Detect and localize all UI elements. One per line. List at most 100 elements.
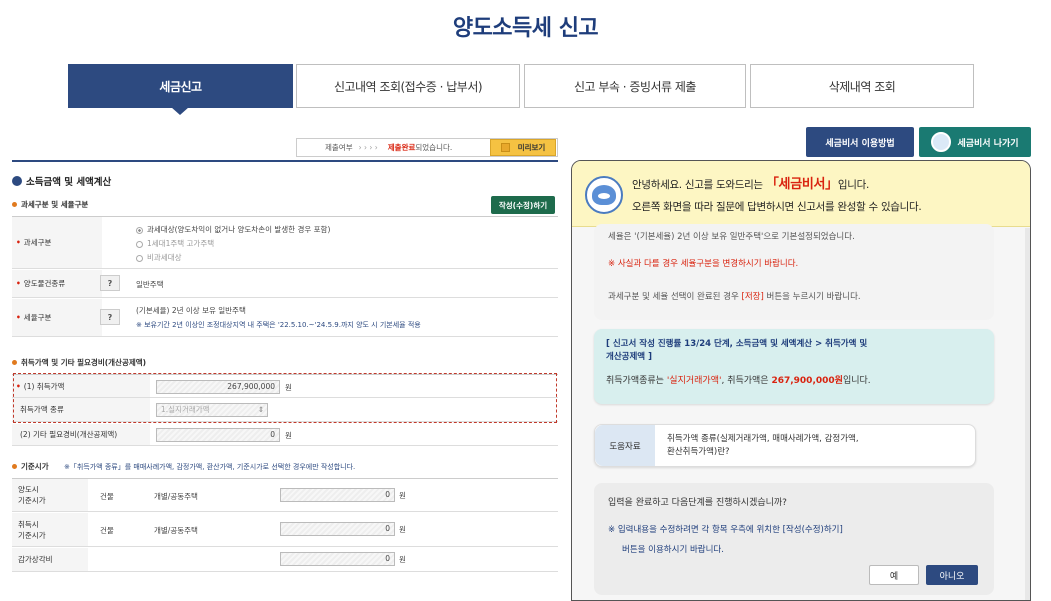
option-2-label: 1세대1주택 고가주택 [147,239,215,248]
tax-rate-value: (기본세율) 2년 이상 보유 일반주택 [136,306,246,315]
chat-message-progress: [ 신고서 작성 진행률 13/24 단계, 소득금액 및 세액계산 > 취득가… [594,329,994,404]
status-prefix: 제출여부 [325,143,353,152]
no-button[interactable]: 아니오 [926,565,978,585]
preview-label: 미리보기 [517,143,546,152]
status-arrows: › › › › [358,143,378,152]
tax-rate-label-text: 세율구분 [23,313,52,322]
subsection-tax-class: 과세구분 및 세율구분 [12,199,88,210]
greet-text: 안녕하세요. 신고를 도와드리는 [632,179,763,191]
subsection-title: 과세구분 및 세율구분 [21,200,89,209]
detail-c: , 취득가액은 [721,376,772,386]
form-top-border [12,160,558,162]
depreciation-input[interactable]: 0 [280,552,395,566]
confirm-question: 입력을 완료하고 다음단계를 진행하시겠습니까? ※ 입력내용을 수정하려면 각… [594,483,994,595]
base-acq-label: 취득시 기준시가 [12,513,88,546]
progress-title-a: [ 신고서 작성 진행률 13/24 단계, 소득금액 및 세액계산 > [606,339,826,349]
tax-rate-help-button[interactable]: ? [100,309,120,325]
option-1-label: 과세대상(양도차익이 없거나 양도차손이 발생한 경우 포함) [147,225,331,234]
reference-text-1: 취득가액 종류(실제거래가액, 매매사례가액, 감정가액, [667,434,859,444]
detail-b: '실지거래가액' [666,376,722,386]
detail-d: 267,900,000원 [771,376,843,386]
page-title: 양도소득세 신고 [452,16,599,41]
asset-type-row: • 양도물건종류 ? 일반주택 [12,270,558,298]
msg1-line3: 과세구분 및 세율 선택이 완료된 경우 [저장] 버튼을 누르시기 바랍니다. [608,290,861,302]
base-price-note: ※「취득가액 종류」를 매매사례가액, 감정가액, 환산가액, 기준시가로 선택… [64,463,356,471]
subsection-acquisition: 취득가액 및 기타 필요경비(개산공제액) [12,357,146,368]
chat-scrollbar[interactable] [1025,228,1030,600]
edit-tax-class-button[interactable]: 작성(수정)하기 [491,196,555,214]
expense-input[interactable]: 0 [156,428,280,442]
assistant-help-button[interactable]: 세금비서 이용방법 [806,127,914,157]
tab-tax-filing[interactable]: 세금신고 [68,64,293,108]
orange-dot-icon [12,202,17,207]
reference-tag: 도움자료 [595,425,655,466]
progress-title-b: 취득가액 및 [825,339,868,349]
greet-end: 입니다. [837,179,870,191]
asset-type-label-text: 양도물건종류 [23,279,66,288]
progress-title-d: ] [645,352,652,362]
chat-message-tax-rate: 세율은 '(기본세율) 2년 이상 보유 일반주택'으로 기본설정되었습니다. … [594,224,994,320]
question-note-1: ※ 입력내용을 수정하려면 각 항목 우측에 위치한 [작성(수정)하기] [608,525,843,535]
progress-detail: 취득가액종류는 '실지거래가액', 취득가액은 267,900,000원입니다. [606,373,871,386]
subsection-title: 기준시가 [21,462,49,471]
tab-deleted-history[interactable]: 삭제내역 조회 [750,64,974,108]
msg1-warning: ※ 사실과 다를 경우 세율구분을 변경하시기 바랍니다. [608,259,799,269]
unit-label: 원 [399,525,406,534]
msg1-line1: 세율은 '(기본세율) 2년 이상 보유 일반주택'으로 기본설정되었습니다. [608,232,855,242]
preview-button[interactable]: 미리보기 [490,139,556,156]
option-3-label: 비과세대상 [147,253,182,262]
subsection-title: 취득가액 및 기타 필요경비(개산공제액) [21,358,147,367]
tax-class-option-2[interactable]: 1세대1주택 고가주택 [136,237,330,251]
greeting-line-2: 오른쪽 화면을 따라 질문에 답변하시면 신고서를 완성할 수 있습니다. [632,201,922,213]
greeting-line-1: 안녕하세요. 신고를 도와드리는 「세금비서」입니다. [632,173,869,192]
asset-type-label: • 양도물건종류 [12,270,102,297]
subsection-base-price: 기준시가 [12,461,49,472]
reference-text: 취득가액 종류(실제거래가액, 매매사례가액, 감정가액, 환산취득가액)란? [667,433,859,459]
msg1-save: [저장] [741,292,764,302]
progress-title-c: 개산공제액 [606,352,646,362]
base-acq-input[interactable]: 0 [280,522,395,536]
progress-title: [ 신고서 작성 진행률 13/24 단계, 소득금액 및 세액계산 > 취득가… [606,338,986,364]
base-sale-type: 개별/공동주택 [154,492,198,501]
tax-class-row: • 과세구분 과세대상(양도차익이 없거나 양도차손이 발생한 경우 포함) 1세… [12,216,558,269]
detail-a: 취득가액종류는 [606,376,667,386]
asset-type-value: 일반주택 [136,280,164,289]
asset-type-help-button[interactable]: ? [100,275,120,291]
unit-label: 원 [285,431,292,440]
base-sale-label: 양도시 기준시가 [12,479,88,511]
tax-class-option-1[interactable]: 과세대상(양도차익이 없거나 양도차손이 발생한 경우 포함) [136,223,330,237]
chat-header [572,161,1030,227]
assistant-mascot-icon [931,132,952,152]
depreciation-row: 감가상각비 0 원 [12,548,558,572]
msg1-pre: 과세구분 및 세율 선택이 완료된 경우 [608,292,742,302]
assistant-exit-button[interactable]: 세금비서 나가기 [919,127,1031,157]
base-row-acq: 취득시 기준시가 건물 개별/공동주택 0 원 [12,513,558,547]
detail-e: 입니다. [842,376,871,386]
status-suffix: 되었습니다. [415,143,453,152]
reference-card[interactable]: 도움자료 취득가액 종류(실제거래가액, 매매사례가액, 감정가액, 환산취득가… [594,424,976,467]
unit-label: 원 [399,491,406,500]
unit-label: 원 [399,555,406,564]
base-sale-input[interactable]: 0 [280,488,395,502]
tax-rate-label: • 세율구분 [12,299,102,336]
section-title-text: 소득금액 및 세액계산 [26,177,112,188]
reference-text-2: 환산취득가액)란? [667,447,730,457]
section-bullet-icon [12,176,22,186]
tax-class-label: • 과세구분 [12,217,102,268]
mascot-avatar [585,176,623,214]
tax-rate-note: ※ 보유기간 2년 이상인 조정대상지역 내 주택은 '22.5.10.~'24… [136,321,421,329]
yes-button[interactable]: 예 [869,565,919,585]
base-acq-type: 개별/공동주택 [154,526,198,535]
radio-selected-icon [136,226,143,234]
highlight-box [13,373,557,423]
tax-class-option-3[interactable]: 비과세대상 [136,251,330,265]
tax-class-label-text: 과세구분 [23,238,52,247]
expense-row: (2) 기타 필요경비(개산공제액) 0 원 [12,424,558,446]
tab-filing-history[interactable]: 신고내역 조회(접수증 · 납부서) [296,64,520,108]
question-note-2: 버튼을 이용하시기 바랍니다. [622,545,724,555]
base-row-sale: 양도시 기준시가 건물 개별/공동주택 0 원 [12,478,558,512]
depreciation-label: 감가상각비 [12,548,88,571]
radio-icon [136,240,143,248]
tab-supporting-docs[interactable]: 신고 부속 · 증빙서류 제출 [524,64,746,108]
question-text: 입력을 완료하고 다음단계를 진행하시겠습니까? [608,498,787,508]
